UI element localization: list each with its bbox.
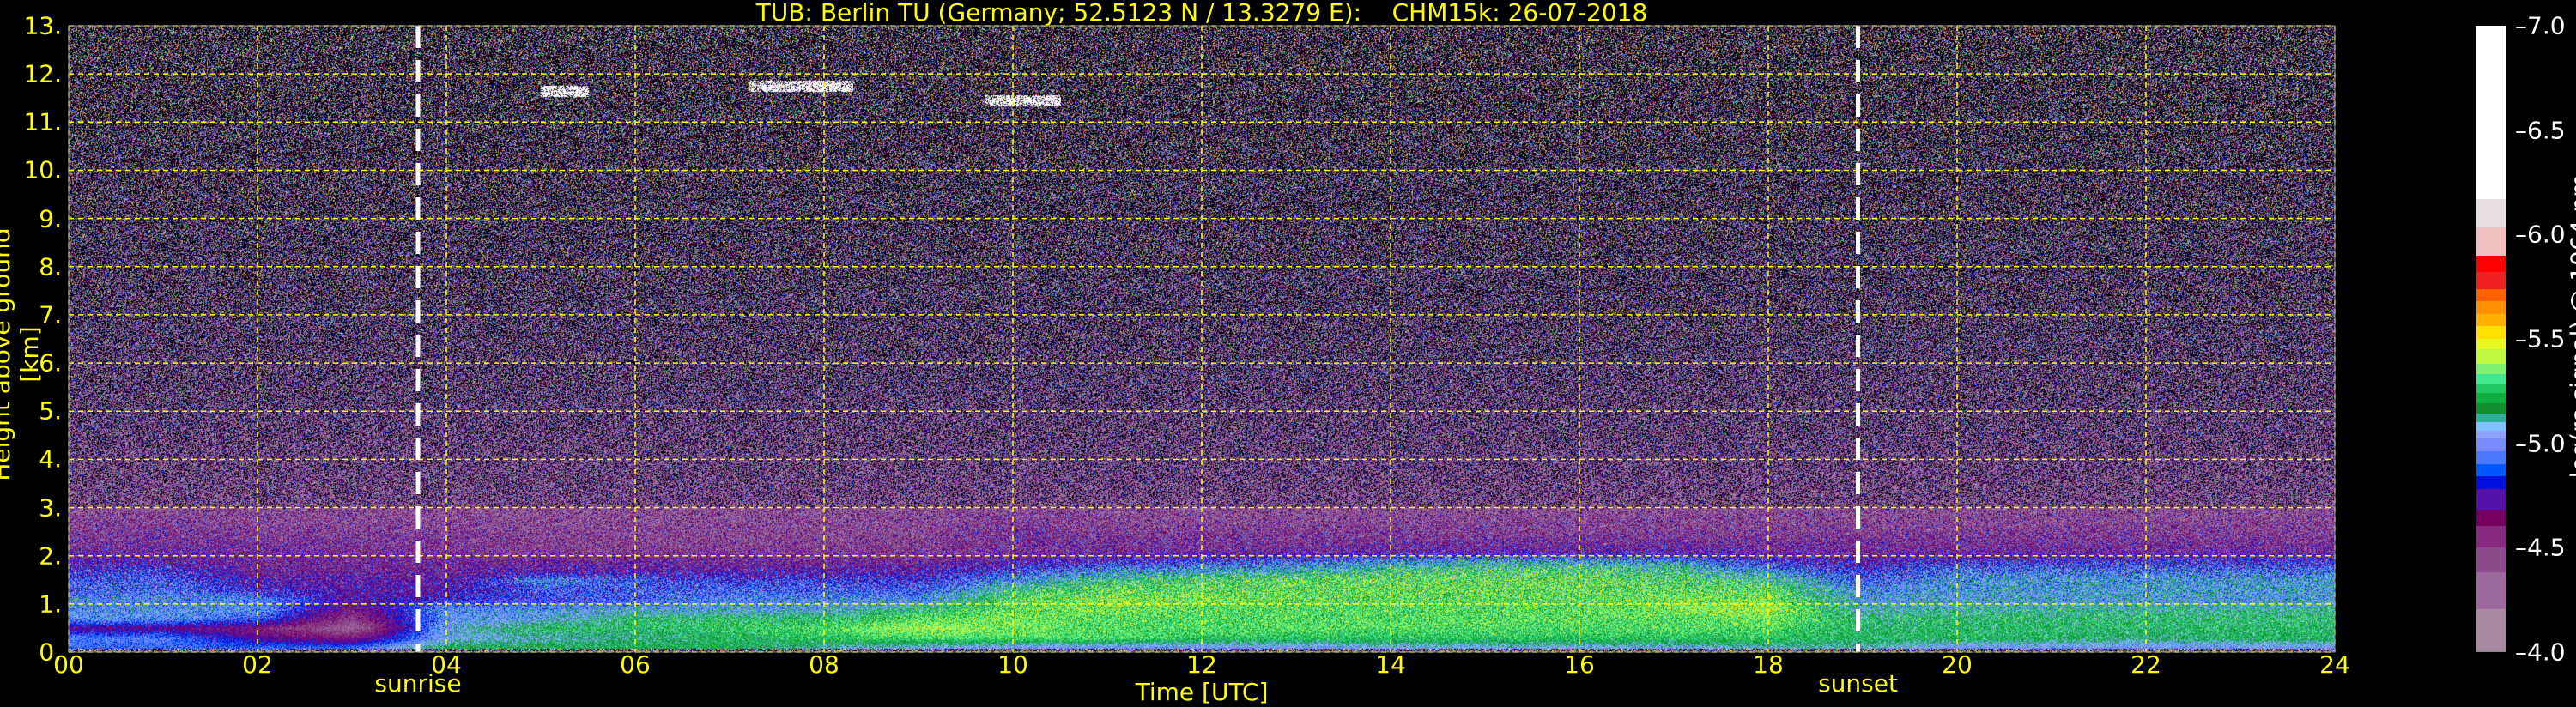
y-tick-label: 10. bbox=[23, 155, 62, 184]
y-tick-label: 8. bbox=[39, 252, 62, 281]
colorbar-tick-label: –4.5 bbox=[2515, 533, 2566, 562]
y-tick-label: 3. bbox=[39, 493, 62, 523]
colorbar-segment bbox=[2476, 474, 2506, 489]
colorbar-segment bbox=[2476, 383, 2506, 394]
x-tick-label: 10 bbox=[997, 650, 1028, 679]
plot-area bbox=[68, 25, 2336, 653]
colorbar-segment bbox=[2476, 324, 2506, 339]
y-tick-label: 7. bbox=[39, 300, 62, 329]
colorbar-segment bbox=[2476, 287, 2506, 302]
y-tick-label: 12. bbox=[23, 59, 62, 88]
x-tick-label: 12 bbox=[1186, 650, 1217, 679]
y-tick-label: 9. bbox=[39, 204, 62, 233]
colorbar-segment bbox=[2476, 402, 2506, 414]
chart-title: TUB: Berlin TU (Germany; 52.5123 N / 13.… bbox=[755, 0, 1648, 27]
colorbar-tick-label: –6.0 bbox=[2515, 220, 2566, 249]
grid-overlay bbox=[68, 25, 2336, 653]
colorbar-segment bbox=[2476, 337, 2506, 350]
x-tick-label: 14 bbox=[1375, 650, 1406, 679]
colorbar-segment bbox=[2476, 608, 2506, 651]
colorbar-segment bbox=[2476, 391, 2506, 404]
x-tick-label: 24 bbox=[2319, 650, 2350, 679]
y-tick-label: 2. bbox=[39, 541, 62, 571]
colorbar-label: log(rc-signal) @ 1064 nm bbox=[2565, 173, 2576, 479]
y-tick-label: 4. bbox=[39, 444, 62, 474]
colorbar bbox=[2476, 25, 2506, 652]
colorbar-segment bbox=[2476, 270, 2506, 289]
colorbar-segment bbox=[2476, 312, 2506, 327]
colorbar-tick-label: –5.5 bbox=[2515, 324, 2566, 354]
colorbar-segment bbox=[2476, 429, 2506, 439]
colorbar-segment bbox=[2476, 225, 2506, 256]
colorbar-tick-label: –6.5 bbox=[2515, 116, 2566, 145]
colorbar-segment bbox=[2476, 197, 2506, 227]
colorbar-tick-label: –7.0 bbox=[2515, 11, 2566, 40]
colorbar-segment bbox=[2476, 571, 2506, 610]
colorbar-segment bbox=[2476, 420, 2506, 431]
x-axis-label: Time [UTC] bbox=[1135, 678, 1269, 706]
x-tick-label: 00 bbox=[53, 650, 84, 679]
y-tick-label: 13. bbox=[23, 11, 62, 40]
colorbar-segment bbox=[2476, 254, 2506, 273]
colorbar-tick-label: –5.0 bbox=[2515, 429, 2566, 458]
y-tick-label: 5. bbox=[39, 396, 62, 426]
colorbar-segment bbox=[2476, 372, 2506, 385]
x-tick-label: 18 bbox=[1753, 650, 1784, 679]
colorbar-segment bbox=[2476, 487, 2506, 510]
x-tick-label: 22 bbox=[2131, 650, 2161, 679]
colorbar-segment bbox=[2476, 508, 2506, 527]
colorbar-segment bbox=[2476, 347, 2506, 365]
colorbar-segment bbox=[2476, 524, 2506, 547]
colorbar-segment bbox=[2476, 438, 2506, 452]
colorbar-segment bbox=[2476, 462, 2506, 477]
x-tick-label: 16 bbox=[1564, 650, 1595, 679]
colorbar-segment bbox=[2476, 546, 2506, 572]
x-tick-label: 06 bbox=[620, 650, 651, 679]
y-tick-label: 1. bbox=[39, 589, 62, 619]
x-tick-label: 20 bbox=[1942, 650, 1973, 679]
y-tick-label: 6. bbox=[39, 348, 62, 378]
y-tick-label: 11. bbox=[23, 107, 62, 136]
colorbar-segment bbox=[2476, 25, 2506, 200]
colorbar-tick-label: –4.0 bbox=[2515, 638, 2566, 667]
colorbar-segment bbox=[2476, 362, 2506, 375]
colorbar-segment bbox=[2476, 450, 2506, 464]
colorbar-segment bbox=[2476, 299, 2506, 314]
colorbar-segment bbox=[2476, 412, 2506, 423]
x-tick-label: 08 bbox=[809, 650, 839, 679]
x-tick-label: 02 bbox=[242, 650, 273, 679]
